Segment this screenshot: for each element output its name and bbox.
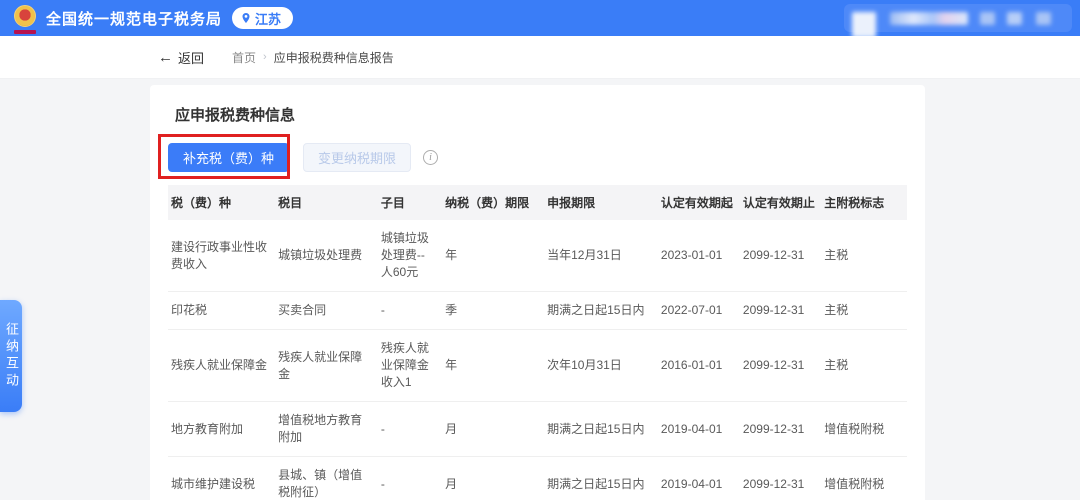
- table-cell: 次年10月31日: [544, 329, 658, 402]
- table-row: 残疾人就业保障金 残疾人就业保障金 残疾人就业保障金收入1 年次年10月31日 2016…: [168, 329, 907, 402]
- back-label: 返回: [178, 50, 205, 66]
- table-cell: 主税: [821, 291, 907, 330]
- table-cell: 残疾人就业保障金: [168, 329, 276, 402]
- location-pin-icon: [242, 13, 250, 23]
- breadcrumb-home[interactable]: 首页: [232, 49, 256, 66]
- table-cell: 期满之日起15日内: [544, 401, 658, 457]
- back-arrow-icon: ←: [158, 48, 173, 66]
- table-cell: 残疾人就业保障金收入1: [377, 329, 443, 402]
- tax-types-table: 税（费）种 税目 子目 纳税（费）期限 申报期限 认定有效期起 认定有效期止 主附税标志 建设…: [168, 185, 907, 500]
- table-row: 城市维护建设税 县城、镇（增值税附征） - 月期满之日起15日内 2019-04-01 2…: [168, 456, 907, 500]
- table-cell: 期满之日起15日内: [544, 456, 658, 500]
- change-deadline-button[interactable]: 变更纳税期限: [303, 142, 412, 172]
- breadcrumb-current: 应申报税费种信息报告: [273, 50, 394, 65]
- column-header: 子目: [377, 185, 443, 220]
- table-cell: 买卖合同: [275, 291, 378, 330]
- column-header: 认定有效期止: [739, 185, 822, 220]
- table-cell: 2022-07-01: [657, 291, 740, 330]
- table-cell: 2019-04-01: [657, 401, 740, 457]
- table-cell: 2099-12-31: [739, 291, 822, 330]
- table-cell: 残疾人就业保障金: [275, 329, 378, 402]
- user-info-redacted: [844, 4, 1072, 38]
- toolbar: 补充税（费）种 变更纳税期限 i: [158, 134, 907, 179]
- table-cell: 县城、镇（增值税附征）: [275, 456, 378, 500]
- table-cell: 2023-01-01: [657, 220, 740, 292]
- table-cell: 季: [442, 291, 545, 330]
- column-header: 主附税标志: [821, 185, 907, 220]
- table-cell: -: [377, 456, 443, 500]
- back-button[interactable]: ← 返回: [158, 48, 204, 67]
- breadcrumb: 首页 › 应申报税费种信息报告: [232, 49, 394, 66]
- table-cell: 2019-04-01: [657, 456, 740, 500]
- app-title: 全国统一规范电子税务局: [46, 10, 223, 28]
- table-row: 地方教育附加 增值税地方教育附加 - 月期满之日起15日内 2019-04-01 2099…: [168, 401, 907, 457]
- table-cell: -: [377, 401, 443, 457]
- table-body: 建设行政事业性收费收入 城镇垃圾处理费 城镇垃圾处理费--人60元年当年12月31日…: [168, 220, 907, 500]
- column-header: 纳税（费）期限: [442, 185, 545, 220]
- table-cell: 城镇垃圾处理费: [275, 220, 378, 292]
- top-bar: 全国统一规范电子税务局 江苏: [0, 0, 1080, 38]
- sidebar-tab-interaction[interactable]: 征纳互动: [0, 300, 22, 412]
- column-header: 申报期限: [544, 185, 658, 220]
- table-cell: 2016-01-01: [657, 329, 740, 402]
- table-cell: 年: [442, 220, 545, 292]
- table-cell: 当年12月31日: [544, 220, 658, 292]
- region-label: 江苏: [255, 11, 282, 27]
- table-cell: 年: [442, 329, 545, 402]
- column-header: 税目: [275, 185, 378, 220]
- table-header-row: 税（费）种 税目 子目 纳税（费）期限 申报期限 认定有效期起 认定有效期止 主附税标志: [168, 185, 907, 220]
- breadcrumb-bar: ← 返回 首页 › 应申报税费种信息报告: [0, 36, 1080, 79]
- page-title: 应申报税费种信息: [175, 107, 296, 124]
- region-selector[interactable]: 江苏: [232, 7, 294, 29]
- table-cell: 月: [442, 456, 545, 500]
- table-cell: 2099-12-31: [739, 329, 822, 402]
- sidebar-tab-label: 征纳互动: [4, 322, 19, 390]
- table-cell: 主税: [821, 220, 907, 292]
- table-cell: -: [377, 291, 443, 330]
- table-cell: 城市维护建设税: [168, 456, 276, 500]
- column-header: 税（费）种: [168, 185, 276, 220]
- table-cell: 增值税附税: [821, 401, 907, 457]
- table-cell: 月: [442, 401, 545, 457]
- supplement-tax-button[interactable]: 补充税（费）种: [168, 142, 290, 172]
- table-cell: 主税: [821, 329, 907, 402]
- table-cell: 城镇垃圾处理费--人60元: [377, 220, 443, 292]
- table-cell: 增值税地方教育附加: [275, 401, 378, 457]
- breadcrumb-separator: ›: [263, 51, 267, 63]
- table-cell: 2099-12-31: [739, 401, 822, 457]
- table-cell: 2099-12-31: [739, 220, 822, 292]
- table-row: 印花税 买卖合同 - 季期满之日起15日内 2022-07-01 2099-12-31 主税: [168, 291, 907, 330]
- table-cell: 建设行政事业性收费收入: [168, 220, 276, 292]
- main-card: 应申报税费种信息 补充税（费）种 变更纳税期限 i 税（费）种 税目 子目 纳税（费）…: [150, 85, 925, 500]
- info-icon[interactable]: i: [423, 149, 439, 165]
- tax-bureau-logo-icon: [12, 5, 38, 34]
- table-row: 建设行政事业性收费收入 城镇垃圾处理费 城镇垃圾处理费--人60元年当年12月31日…: [168, 220, 907, 292]
- table-cell: 地方教育附加: [168, 401, 276, 457]
- column-header: 认定有效期起: [657, 185, 740, 220]
- table-cell: 增值税附税: [821, 456, 907, 500]
- table-cell: 印花税: [168, 291, 276, 330]
- table-cell: 2099-12-31: [739, 456, 822, 500]
- table-cell: 期满之日起15日内: [544, 291, 658, 330]
